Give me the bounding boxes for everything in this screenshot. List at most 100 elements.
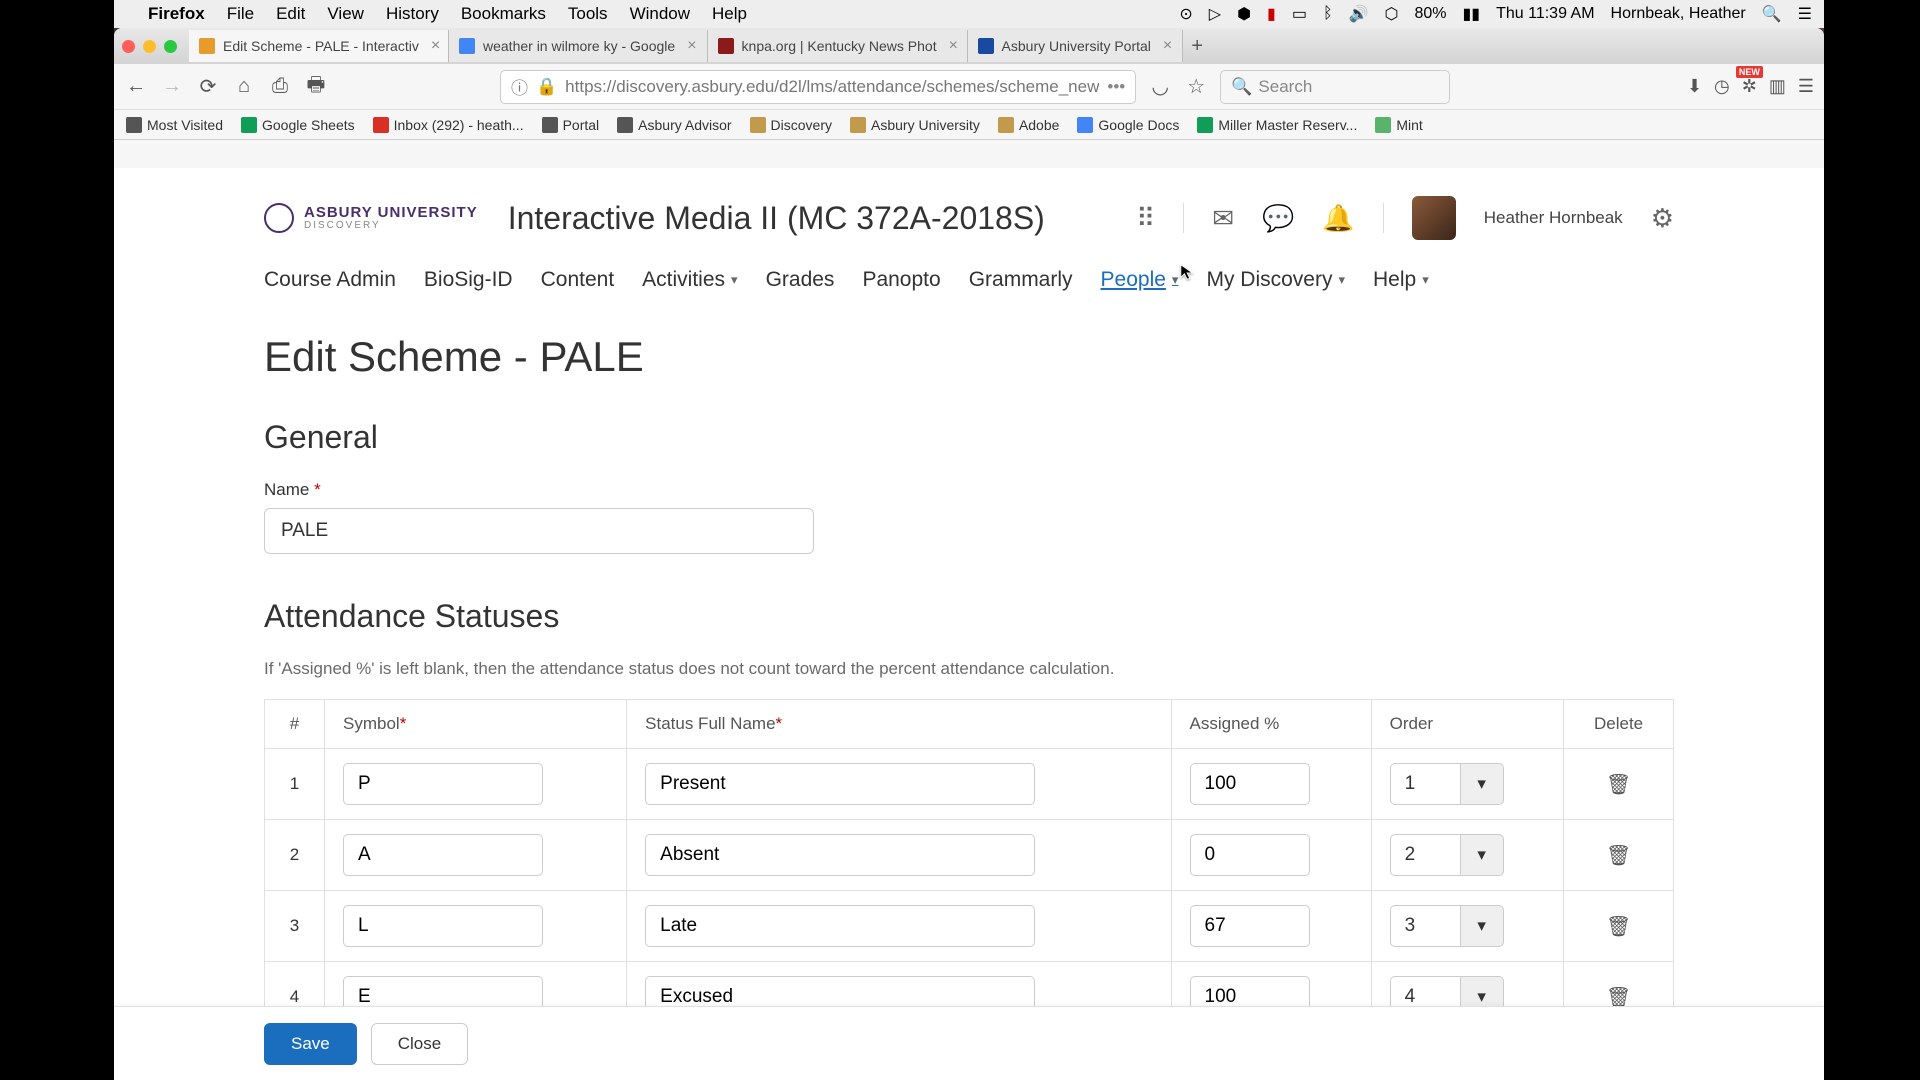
- browser-tab[interactable]: Edit Scheme - PALE - Interactiv×: [189, 30, 449, 62]
- home-button[interactable]: ⌂: [232, 75, 256, 98]
- dropbox-icon[interactable]: ⬢: [1237, 4, 1251, 24]
- status-name-input[interactable]: [645, 763, 1035, 805]
- chevron-down-icon[interactable]: ▾: [1460, 763, 1504, 805]
- bookmark-item[interactable]: Miller Master Reserv...: [1197, 117, 1357, 133]
- assigned-pct-input[interactable]: [1190, 763, 1310, 805]
- bookmark-item[interactable]: Google Docs: [1077, 117, 1179, 133]
- menubar-item[interactable]: Help: [712, 4, 747, 24]
- nav-item-activities[interactable]: Activities▾: [642, 268, 737, 292]
- delete-icon[interactable]: 🗑: [1606, 845, 1631, 867]
- window-maximize-button[interactable]: [164, 40, 177, 53]
- library-icon[interactable]: ⎙: [268, 75, 292, 98]
- menubar-item[interactable]: View: [327, 4, 364, 24]
- close-tab-icon[interactable]: ×: [949, 37, 958, 55]
- delete-icon[interactable]: 🗑: [1606, 916, 1631, 938]
- close-tab-icon[interactable]: ×: [431, 37, 440, 55]
- bookmark-star-icon[interactable]: ☆: [1184, 74, 1208, 99]
- addons-icon[interactable]: ✲NEW: [1742, 76, 1757, 97]
- menubar-item[interactable]: File: [227, 4, 254, 24]
- bookmark-item[interactable]: Inbox (292) - heath...: [373, 117, 524, 133]
- nav-item-course-admin[interactable]: Course Admin: [264, 268, 396, 292]
- battery-icon[interactable]: ▮▮: [1463, 4, 1481, 24]
- back-button[interactable]: ←: [124, 75, 148, 98]
- symbol-input[interactable]: [343, 905, 543, 947]
- bookmark-item[interactable]: Asbury Advisor: [617, 117, 731, 133]
- order-select[interactable]: 1▾: [1390, 763, 1546, 805]
- volume-icon[interactable]: 🔊: [1349, 4, 1369, 24]
- menubar-item[interactable]: Window: [630, 4, 690, 24]
- menubar-item[interactable]: History: [386, 4, 439, 24]
- spotlight-icon[interactable]: 🔍: [1762, 4, 1782, 24]
- nav-item-grades[interactable]: Grades: [766, 268, 835, 292]
- nav-item-content[interactable]: Content: [541, 268, 615, 292]
- history-icon[interactable]: ◷: [1714, 76, 1730, 97]
- delete-icon[interactable]: 🗑: [1606, 987, 1631, 1007]
- chat-icon[interactable]: 💬: [1262, 203, 1294, 234]
- menu-icon[interactable]: ☰: [1798, 4, 1812, 24]
- nav-item-grammarly[interactable]: Grammarly: [969, 268, 1073, 292]
- browser-tab[interactable]: weather in wilmore ky - Google×: [449, 30, 708, 62]
- bookmark-item[interactable]: Most Visited: [126, 117, 223, 133]
- status-name-input[interactable]: [645, 905, 1035, 947]
- window-close-button[interactable]: [122, 40, 135, 53]
- nav-item-people[interactable]: People▾: [1101, 268, 1179, 292]
- wifi-icon[interactable]: ⬡: [1385, 4, 1399, 24]
- bookmark-item[interactable]: Portal: [542, 117, 600, 133]
- reload-button[interactable]: ⟳: [196, 74, 220, 99]
- name-input[interactable]: [264, 508, 814, 554]
- chevron-down-icon[interactable]: ▾: [1460, 976, 1504, 1006]
- sidebar-icon[interactable]: ▥: [1769, 76, 1786, 97]
- bookmark-item[interactable]: Discovery: [750, 117, 832, 133]
- more-icon[interactable]: •••: [1107, 77, 1125, 97]
- status-icon[interactable]: ⊙: [1179, 4, 1192, 24]
- hamburger-icon[interactable]: ☰: [1798, 76, 1814, 97]
- nav-item-panopto[interactable]: Panopto: [862, 268, 940, 292]
- print-icon[interactable]: 🖶: [304, 70, 328, 104]
- bookmark-item[interactable]: Adobe: [998, 117, 1059, 133]
- symbol-input[interactable]: [343, 834, 543, 876]
- mail-icon[interactable]: ✉: [1212, 203, 1234, 234]
- assigned-pct-input[interactable]: [1190, 976, 1310, 1006]
- airplay-icon[interactable]: ▭: [1292, 4, 1307, 24]
- status-icon[interactable]: ▷: [1209, 4, 1221, 24]
- delete-icon[interactable]: 🗑: [1606, 774, 1631, 796]
- close-button[interactable]: Close: [371, 1023, 468, 1065]
- nav-item-help[interactable]: Help▾: [1373, 268, 1429, 292]
- nav-item-biosig-id[interactable]: BioSig-ID: [424, 268, 513, 292]
- chevron-down-icon[interactable]: ▾: [1460, 905, 1504, 947]
- assigned-pct-input[interactable]: [1190, 905, 1310, 947]
- status-name-input[interactable]: [645, 834, 1035, 876]
- forward-button[interactable]: →: [160, 75, 184, 98]
- close-tab-icon[interactable]: ×: [1163, 37, 1172, 55]
- assigned-pct-input[interactable]: [1190, 834, 1310, 876]
- downloads-icon[interactable]: ⬇: [1687, 76, 1702, 97]
- symbol-input[interactable]: [343, 763, 543, 805]
- info-icon[interactable]: ⓘ: [511, 74, 528, 99]
- bookmark-item[interactable]: Mint: [1375, 117, 1422, 133]
- search-box[interactable]: 🔍 Search: [1220, 70, 1450, 104]
- new-tab-button[interactable]: +: [1183, 35, 1211, 58]
- university-logo[interactable]: ASBURY UNIVERSITY DISCOVERY: [264, 203, 478, 233]
- menubar-item[interactable]: Tools: [568, 4, 608, 24]
- apps-grid-icon[interactable]: ⠿: [1136, 203, 1155, 234]
- user-name[interactable]: Heather Hornbeak: [1484, 208, 1623, 228]
- gear-icon[interactable]: ⚙: [1651, 203, 1674, 234]
- bookmark-item[interactable]: Asbury University: [850, 117, 980, 133]
- order-select[interactable]: 3▾: [1390, 905, 1546, 947]
- order-select[interactable]: 4▾: [1390, 976, 1546, 1006]
- menubar-item[interactable]: Edit: [276, 4, 305, 24]
- bell-icon[interactable]: 🔔: [1322, 203, 1354, 234]
- menubar-item[interactable]: Bookmarks: [461, 4, 546, 24]
- address-bar[interactable]: ⓘ 🔒 https://discovery.asbury.edu/d2l/lms…: [500, 70, 1136, 104]
- save-button[interactable]: Save: [264, 1023, 357, 1065]
- menubar-user[interactable]: Hornbeak, Heather: [1611, 5, 1746, 23]
- nav-item-my-discovery[interactable]: My Discovery▾: [1206, 268, 1345, 292]
- chevron-down-icon[interactable]: ▾: [1460, 834, 1504, 876]
- order-select[interactable]: 2▾: [1390, 834, 1546, 876]
- status-name-input[interactable]: [645, 976, 1035, 1006]
- browser-tab[interactable]: knpa.org | Kentucky News Phot×: [708, 30, 968, 62]
- clock[interactable]: Thu 11:39 AM: [1496, 5, 1594, 23]
- symbol-input[interactable]: [343, 976, 543, 1006]
- bluetooth-icon[interactable]: ᛒ: [1323, 5, 1333, 23]
- window-minimize-button[interactable]: [143, 40, 156, 53]
